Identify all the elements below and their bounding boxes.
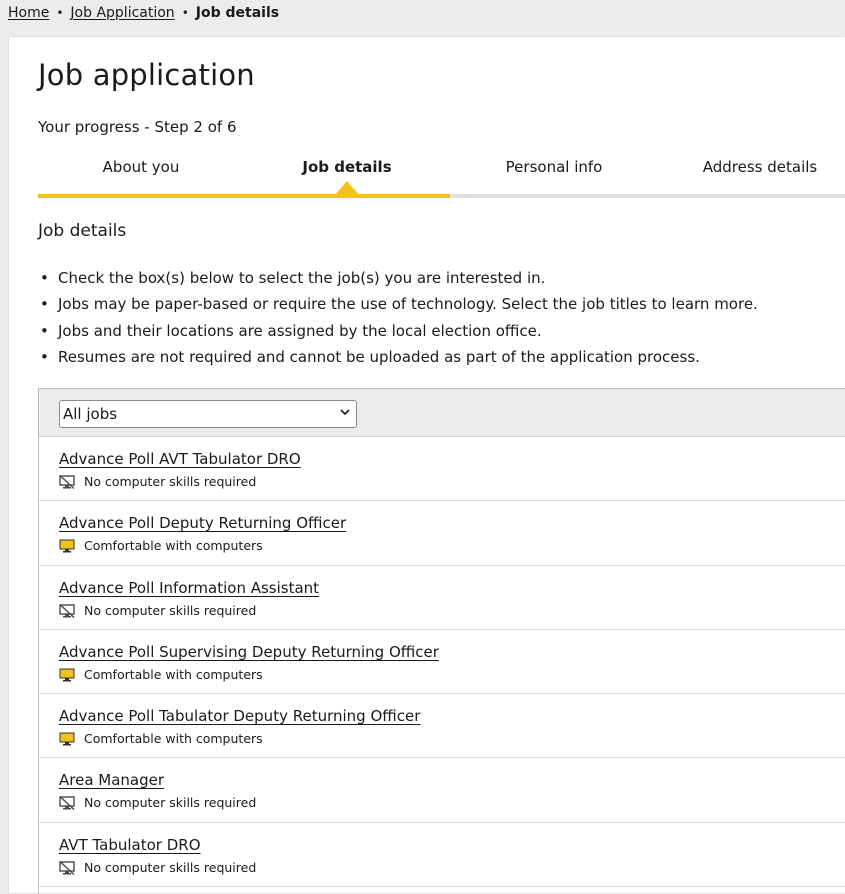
breadcrumb-current: Job details	[195, 5, 280, 21]
job-skill-label: No computer skills required	[84, 859, 257, 875]
job-filter-selected-value: All jobs	[63, 405, 118, 423]
job-filter-select[interactable]: All jobs	[59, 400, 357, 428]
job-title-link[interactable]: Area Manager	[59, 770, 164, 790]
page-title: Job application	[38, 58, 255, 92]
computer-icon	[59, 668, 84, 682]
job-skill-level: No computer skills required	[59, 860, 256, 876]
job-title-link[interactable]: Advance Poll Information Assistant	[59, 578, 319, 598]
job-skill-label: Comfortable with computers	[84, 538, 263, 554]
step-job-details[interactable]: Job details	[302, 157, 391, 177]
instructions-list: Check the box(s) below to select the job…	[40, 265, 758, 370]
progress-stepper: About you Job details Personal info Addr…	[38, 151, 845, 199]
job-skill-level: No computer skills required	[59, 474, 256, 490]
no-computer-icon	[59, 860, 84, 875]
current-step-pointer	[335, 181, 359, 195]
job-skill-level: Comfortable with computers	[59, 538, 263, 554]
job-title-link[interactable]: AVT Tabulator DRO	[59, 835, 201, 855]
breadcrumb-home-link[interactable]: Home	[8, 5, 49, 21]
job-skill-label: No computer skills required	[84, 795, 257, 811]
breadcrumb-job-application-link[interactable]: Job Application	[70, 5, 174, 21]
step-address-details[interactable]: Address details	[703, 157, 817, 177]
main-card: Job application Your progress - Step 2 o…	[9, 37, 845, 894]
job-skill-level: No computer skills required	[59, 795, 256, 811]
breadcrumb: Home • Job Application • Job details	[8, 4, 279, 22]
job-list-item: Advance Poll Tabulator Deputy Returning …	[39, 694, 845, 759]
progress-track	[38, 194, 845, 198]
job-title-link[interactable]: Advance Poll Supervising Deputy Returnin…	[59, 642, 439, 662]
job-list-item: Advance Poll Deputy Returning Officer Com…	[39, 501, 845, 566]
instruction-item: Jobs and their locations are assigned by…	[40, 318, 758, 344]
job-list: Advance Poll AVT Tabulator DRO No compute…	[39, 437, 845, 888]
no-computer-icon	[59, 475, 84, 489]
computer-icon	[59, 732, 84, 746]
breadcrumb-separator: •	[181, 6, 189, 20]
no-computer-icon	[59, 796, 84, 811]
instruction-item: Check the box(s) below to select the job…	[40, 265, 758, 291]
job-skill-label: No computer skills required	[84, 474, 257, 489]
instruction-item: Jobs may be paper-based or require the u…	[40, 291, 758, 317]
job-title-link[interactable]: Advance Poll Deputy Returning Officer	[59, 513, 346, 533]
filter-bar: All jobs	[39, 389, 845, 437]
job-list-item: Advance Poll Supervising Deputy Returnin…	[39, 630, 845, 695]
instruction-item: Resumes are not required and cannot be u…	[40, 344, 758, 370]
breadcrumb-separator: •	[56, 6, 64, 20]
job-list-item: Advance Poll Information Assistant No com…	[39, 566, 845, 630]
job-skill-level: Comfortable with computers	[59, 667, 263, 683]
jobs-panel: All jobs Advance Poll AVT Tabulator DRO N…	[38, 388, 845, 894]
step-personal-info[interactable]: Personal info	[506, 157, 603, 177]
job-title-link[interactable]: Advance Poll Tabulator Deputy Returning …	[59, 706, 420, 726]
job-skill-label: Comfortable with computers	[84, 731, 263, 747]
job-skill-level: No computer skills required	[59, 603, 256, 619]
progress-track-fill	[38, 194, 450, 198]
job-skill-label: No computer skills required	[84, 602, 257, 618]
computer-icon	[59, 539, 84, 553]
job-skill-label: Comfortable with computers	[84, 666, 263, 682]
progress-label: Your progress - Step 2 of 6	[38, 118, 237, 136]
section-title: Job details	[38, 221, 127, 241]
job-list-item: Area Manager No computer skills required	[39, 758, 845, 823]
job-title-link[interactable]: Advance Poll AVT Tabulator DRO	[59, 449, 301, 469]
chevron-down-icon	[340, 401, 350, 427]
step-about-you[interactable]: About you	[103, 157, 180, 177]
job-list-item: Advance Poll AVT Tabulator DRO No compute…	[39, 437, 845, 502]
no-computer-icon	[59, 603, 84, 618]
job-list-item: AVT Tabulator DRO No computer skills requ…	[39, 823, 845, 888]
job-skill-level: Comfortable with computers	[59, 731, 263, 747]
